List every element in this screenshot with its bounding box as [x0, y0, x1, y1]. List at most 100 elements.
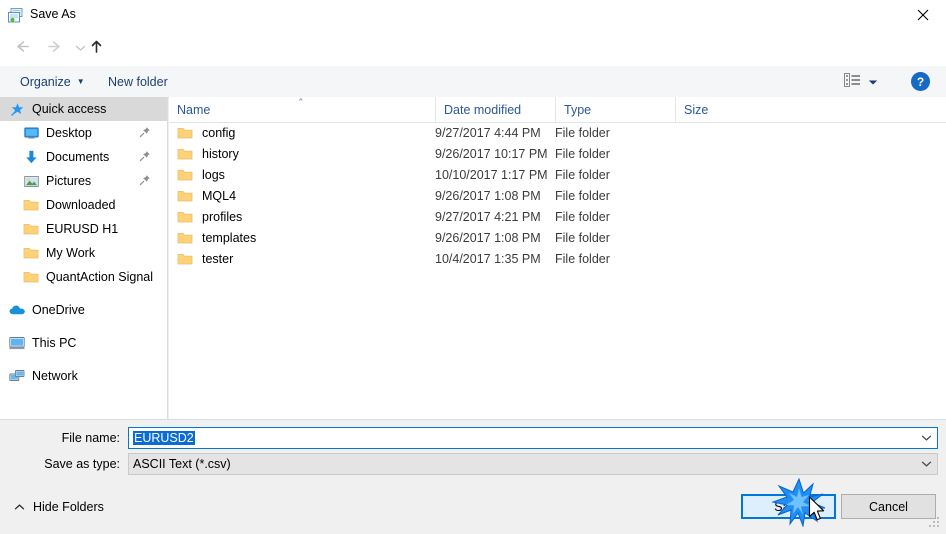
new-folder-label: New folder [108, 74, 168, 89]
file-name-cell: history [169, 147, 435, 161]
chevron-down-icon[interactable] [915, 454, 937, 474]
organize-label: Organize [20, 74, 71, 89]
forward-button[interactable] [40, 34, 68, 62]
sidebar-item-my-work[interactable]: My Work [0, 241, 167, 265]
file-rows: config 9/27/2017 4:44 PM File folder his… [169, 122, 946, 269]
file-name-label: logs [202, 167, 225, 182]
sidebar-item-label: Documents [46, 150, 110, 164]
documents-arrow-icon [22, 149, 40, 165]
column-header-label: Date modified [444, 102, 522, 117]
save-as-type-select[interactable]: ASCII Text (*.csv) [128, 453, 938, 475]
close-button[interactable] [900, 0, 946, 30]
help-button[interactable]: ? [911, 72, 930, 91]
view-mode-caret [868, 75, 878, 89]
pin-icon[interactable] [139, 126, 151, 138]
type-cell: File folder [555, 209, 610, 224]
resize-grip[interactable] [929, 517, 940, 528]
back-button[interactable] [8, 34, 36, 62]
folder-icon [177, 231, 194, 245]
table-row[interactable]: tester 10/4/2017 1:35 PM File folder [169, 248, 946, 269]
column-header-label: Size [684, 102, 709, 117]
table-row[interactable]: config 9/27/2017 4:44 PM File folder [169, 122, 946, 143]
new-folder-button[interactable]: New folder [100, 66, 176, 97]
sidebar-item-onedrive[interactable]: OneDrive [0, 298, 167, 322]
chevron-down-icon[interactable] [915, 428, 937, 448]
chevron-up-icon [14, 500, 25, 514]
sidebar-item-pictures[interactable]: Pictures [0, 169, 167, 193]
sidebar-item-documents[interactable]: Documents [0, 145, 167, 169]
sidebar-item-label: Pictures [46, 174, 92, 188]
file-name-cell: logs [169, 168, 435, 182]
save-as-type-value: ASCII Text (*.csv) [133, 457, 231, 471]
arrow-up-icon [89, 39, 104, 57]
sidebar-item-network[interactable]: Network [0, 364, 167, 388]
column-header-label: Type [564, 102, 592, 117]
hide-folders-button[interactable]: Hide Folders [14, 500, 104, 514]
sidebar-item-label: OneDrive [32, 303, 85, 317]
date-modified-cell: 9/26/2017 1:08 PM [435, 188, 541, 203]
column-header-type[interactable]: Type [555, 97, 675, 122]
this-pc-icon [8, 335, 26, 351]
sidebar-item-label: My Work [46, 246, 96, 260]
navigation-sidebar[interactable]: Quick access Desktop Documents Pictures … [0, 97, 168, 419]
date-modified-cell: 10/10/2017 1:17 PM [435, 167, 548, 182]
date-modified-cell: 10/4/2017 1:35 PM [435, 251, 541, 266]
sidebar-item-quantaction-signal[interactable]: QuantAction Signal [0, 265, 167, 289]
save-as-dialog: Save As Organize ▼ New folder ? Quick ac… [0, 0, 946, 534]
cancel-button-label: Cancel [869, 499, 908, 514]
file-name-label: profiles [202, 209, 243, 224]
view-mode-button[interactable] [838, 66, 884, 97]
type-cell: File folder [555, 125, 610, 140]
title-bar: Save As [0, 0, 946, 31]
window-title: Save As [30, 7, 76, 21]
table-row[interactable]: templates 9/26/2017 1:08 PM File folder [169, 227, 946, 248]
hide-folders-label: Hide Folders [33, 500, 104, 514]
pictures-icon [22, 173, 40, 189]
arrow-left-icon [14, 39, 31, 57]
organize-button[interactable]: Organize ▼ [12, 66, 93, 97]
save-as-type-label: Save as type: [44, 457, 120, 471]
file-name-value: EURUSD2 [133, 431, 915, 445]
file-name-label: templates [202, 230, 257, 245]
file-list-panel: Name ⌃ Date modified Type Size config 9/… [169, 97, 946, 419]
sidebar-item-desktop[interactable]: Desktop [0, 121, 167, 145]
save-button-label: Save [774, 499, 803, 514]
folder-icon [22, 269, 40, 285]
cancel-button[interactable]: Cancel [841, 494, 936, 519]
sidebar-item-this-pc[interactable]: This PC [0, 331, 167, 355]
file-name-cell: config [169, 126, 435, 140]
sidebar-item-label: Downloaded [46, 198, 116, 212]
file-name-input[interactable]: EURUSD2 [128, 427, 938, 449]
column-header-date-modified[interactable]: Date modified [435, 97, 555, 122]
chevron-down-icon: ▼ [76, 77, 85, 86]
type-cell: File folder [555, 188, 610, 203]
sort-ascending-icon: ⌃ [297, 97, 305, 107]
up-button[interactable] [82, 34, 110, 62]
save-button[interactable]: Save [741, 494, 836, 519]
sidebar-item-label: Quick access [32, 102, 107, 116]
column-header-label: Name [177, 102, 211, 117]
sidebar-item-downloaded[interactable]: Downloaded [0, 193, 167, 217]
date-modified-cell: 9/26/2017 1:08 PM [435, 230, 541, 245]
view-list-icon [844, 73, 861, 90]
pin-icon[interactable] [139, 150, 151, 162]
column-header-size[interactable]: Size [675, 97, 752, 122]
pin-icon[interactable] [139, 174, 151, 186]
sidebar-item-quick-access[interactable]: Quick access [0, 97, 167, 121]
file-name-cell: templates [169, 231, 435, 245]
file-name-cell: profiles [169, 210, 435, 224]
table-row[interactable]: history 9/26/2017 10:17 PM File folder [169, 143, 946, 164]
file-name-cell: MQL4 [169, 189, 435, 203]
sidebar-item-eurusd-h1[interactable]: EURUSD H1 [0, 217, 167, 241]
column-header-name[interactable]: Name ⌃ [169, 97, 435, 122]
folder-icon [177, 126, 194, 140]
table-row[interactable]: MQL4 9/26/2017 1:08 PM File folder [169, 185, 946, 206]
table-row[interactable]: logs 10/10/2017 1:17 PM File folder [169, 164, 946, 185]
help-label: ? [916, 74, 925, 89]
folder-icon [22, 221, 40, 237]
sidebar-item-label: Desktop [46, 126, 92, 140]
folder-icon [177, 252, 194, 266]
table-row[interactable]: profiles 9/27/2017 4:21 PM File folder [169, 206, 946, 227]
